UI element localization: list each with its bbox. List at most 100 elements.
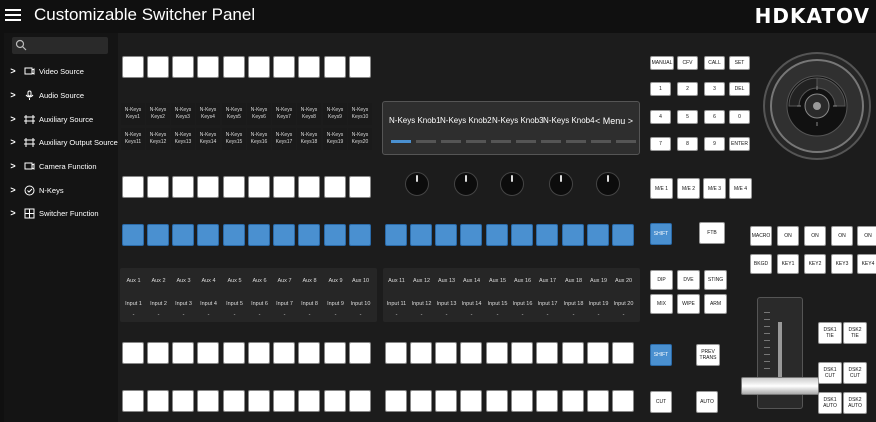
bus-b-button-right-8[interactable] bbox=[562, 390, 584, 412]
nkey-button-5[interactable]: N-Keys Keys5 bbox=[222, 103, 246, 125]
preview-button-right-2[interactable] bbox=[410, 224, 432, 246]
key-row-button-2[interactable]: KEY1 bbox=[777, 254, 799, 274]
preset-button-top-3[interactable] bbox=[172, 56, 194, 78]
nkey-button-7[interactable]: N-Keys Keys17 bbox=[272, 128, 296, 150]
preview-button-3[interactable] bbox=[172, 224, 194, 246]
bus-b-button-3[interactable] bbox=[172, 390, 194, 412]
keypad-button-set[interactable]: SET bbox=[729, 56, 750, 70]
bus-a-button-right-3[interactable] bbox=[435, 342, 457, 364]
bus-a-button-right-10[interactable] bbox=[612, 342, 634, 364]
keypad-button-6[interactable]: 6 bbox=[704, 110, 725, 124]
preview-button-right-10[interactable] bbox=[612, 224, 634, 246]
dsk-button-4[interactable]: DSK2 CUT bbox=[843, 362, 867, 384]
bus-a-button-6[interactable] bbox=[248, 342, 270, 364]
sidebar-item-auxiliary-output-source[interactable]: > Auxiliary Output Source bbox=[4, 131, 118, 153]
bus-a-button-5[interactable] bbox=[223, 342, 245, 364]
bus-a-button-7[interactable] bbox=[273, 342, 295, 364]
nkey-button-3[interactable]: N-Keys Keys13 bbox=[171, 128, 195, 150]
nkey-button-9[interactable]: N-Keys Keys9 bbox=[323, 103, 347, 125]
bus-a-button-right-8[interactable] bbox=[562, 342, 584, 364]
me-button-2[interactable]: M/E 2 bbox=[677, 178, 700, 199]
nkey-button-9[interactable]: N-Keys Keys19 bbox=[323, 128, 347, 150]
bus-a-button-right-5[interactable] bbox=[486, 342, 508, 364]
preview-button-6[interactable] bbox=[248, 224, 270, 246]
joystick[interactable] bbox=[763, 52, 871, 160]
bus-a-button-right-9[interactable] bbox=[587, 342, 609, 364]
sidebar-item-video-source[interactable]: > Video Source bbox=[4, 60, 118, 82]
bus-b-button-right-5[interactable] bbox=[486, 390, 508, 412]
transition-button-dve[interactable]: DVE bbox=[677, 270, 700, 290]
bus-a-button-2[interactable] bbox=[147, 342, 169, 364]
bus-b-button-9[interactable] bbox=[324, 390, 346, 412]
key-row-button-5[interactable]: KEY4 bbox=[857, 254, 876, 274]
keypad-button-1[interactable]: 1 bbox=[650, 82, 671, 96]
menu-icon[interactable] bbox=[5, 6, 21, 22]
search-input[interactable] bbox=[12, 37, 108, 54]
bus-b-button-1[interactable] bbox=[122, 390, 144, 412]
preview-button-right-9[interactable] bbox=[587, 224, 609, 246]
dsk-button-3[interactable]: DSK1 CUT bbox=[818, 362, 842, 384]
cut-button[interactable]: CUT bbox=[650, 391, 672, 413]
nkey-button-10[interactable]: N-Keys Keys20 bbox=[348, 128, 372, 150]
bus-a-button-right-1[interactable] bbox=[385, 342, 407, 364]
nkey-button-8[interactable]: N-Keys Keys8 bbox=[297, 103, 321, 125]
bus-a-button-right-7[interactable] bbox=[536, 342, 558, 364]
nkey-button-2[interactable]: N-Keys Keys12 bbox=[146, 128, 170, 150]
preview-button-4[interactable] bbox=[197, 224, 219, 246]
preview-button-10[interactable] bbox=[349, 224, 371, 246]
preset-button-top-10[interactable] bbox=[349, 56, 371, 78]
bus-b-button-10[interactable] bbox=[349, 390, 371, 412]
keypad-button-enter[interactable]: ENTER bbox=[729, 137, 750, 151]
program-button-5[interactable] bbox=[223, 176, 245, 198]
dsk-button-6[interactable]: DSK2 AUTO bbox=[843, 392, 867, 414]
keypad-button-7[interactable]: 7 bbox=[650, 137, 671, 151]
preview-button-8[interactable] bbox=[298, 224, 320, 246]
program-button-3[interactable] bbox=[172, 176, 194, 198]
keypad-button-2[interactable]: 2 bbox=[677, 82, 698, 96]
nkey-button-10[interactable]: N-Keys Keys10 bbox=[348, 103, 372, 125]
me-button-4[interactable]: M/E 4 bbox=[729, 178, 752, 199]
nkey-button-3[interactable]: N-Keys Keys3 bbox=[171, 103, 195, 125]
bus-b-button-4[interactable] bbox=[197, 390, 219, 412]
transition-button-arm[interactable]: ARM bbox=[704, 294, 727, 314]
me-button-1[interactable]: M/E 1 bbox=[650, 178, 673, 199]
keypad-button-8[interactable]: 8 bbox=[677, 137, 698, 151]
sidebar-item-switcher-function[interactable]: > Switcher Function bbox=[4, 202, 118, 224]
program-button-4[interactable] bbox=[197, 176, 219, 198]
bus-a-button-10[interactable] bbox=[349, 342, 371, 364]
preview-button-right-6[interactable] bbox=[511, 224, 533, 246]
bus-b-button-right-9[interactable] bbox=[587, 390, 609, 412]
nkey-button-4[interactable]: N-Keys Keys14 bbox=[196, 128, 220, 150]
preset-button-top-7[interactable] bbox=[273, 56, 295, 78]
bus-b-button-right-7[interactable] bbox=[536, 390, 558, 412]
bus-b-button-right-4[interactable] bbox=[460, 390, 482, 412]
preset-button-top-4[interactable] bbox=[197, 56, 219, 78]
program-button-1[interactable] bbox=[122, 176, 144, 198]
preset-button-top-8[interactable] bbox=[298, 56, 320, 78]
menu-nav[interactable]: < Menu > bbox=[595, 116, 633, 126]
ftb-button[interactable]: FTB bbox=[699, 222, 725, 244]
bus-a-button-4[interactable] bbox=[197, 342, 219, 364]
program-button-10[interactable] bbox=[349, 176, 371, 198]
bus-b-button-7[interactable] bbox=[273, 390, 295, 412]
keypad-button-3[interactable]: 3 bbox=[704, 82, 725, 96]
bus-b-button-right-1[interactable] bbox=[385, 390, 407, 412]
bus-b-button-right-2[interactable] bbox=[410, 390, 432, 412]
bus-b-button-6[interactable] bbox=[248, 390, 270, 412]
preview-button-right-7[interactable] bbox=[536, 224, 558, 246]
program-button-8[interactable] bbox=[298, 176, 320, 198]
nkey-button-2[interactable]: N-Keys Keys2 bbox=[146, 103, 170, 125]
keypad-button-del[interactable]: DEL bbox=[729, 82, 750, 96]
nkey-button-8[interactable]: N-Keys Keys18 bbox=[297, 128, 321, 150]
key-row-button-1[interactable]: BKGD bbox=[750, 254, 772, 274]
program-button-7[interactable] bbox=[273, 176, 295, 198]
rotary-knob-2[interactable] bbox=[454, 172, 478, 196]
nkey-button-6[interactable]: N-Keys Keys16 bbox=[247, 128, 271, 150]
rotary-knob-3[interactable] bbox=[500, 172, 524, 196]
sidebar-item-auxiliary-source[interactable]: > Auxiliary Source bbox=[4, 108, 118, 130]
rotary-knob-1[interactable] bbox=[405, 172, 429, 196]
nkey-button-7[interactable]: N-Keys Keys7 bbox=[272, 103, 296, 125]
nkey-button-4[interactable]: N-Keys Keys4 bbox=[196, 103, 220, 125]
auto-button[interactable]: AUTO bbox=[696, 391, 718, 413]
bus-a-button-3[interactable] bbox=[172, 342, 194, 364]
